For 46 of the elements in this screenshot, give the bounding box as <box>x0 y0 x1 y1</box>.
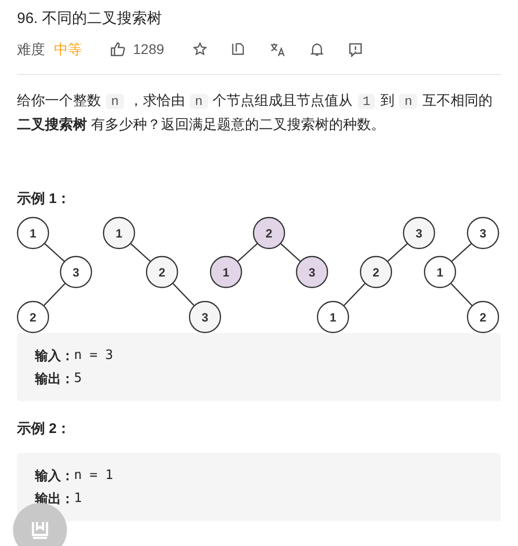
difficulty-label: 难度 <box>17 40 45 58</box>
tree-node: 3 <box>60 256 92 288</box>
problem-title: 96. 不同的二叉搜索树 <box>17 9 164 29</box>
io-label: 输出： <box>35 370 74 388</box>
io-value: n = 3 <box>74 347 114 365</box>
problem-description: 给你一个整数 n ，求恰由 n 个节点组成且节点值从 1 到 n 互不相同的二叉搜索树 有多少种？返回满足题意的二叉搜索树的种数。 <box>17 91 494 134</box>
tree-edge <box>237 243 258 262</box>
thumbs-up-icon <box>110 41 126 57</box>
translate-icon[interactable] <box>270 42 286 56</box>
tree-node: 3 <box>402 216 436 250</box>
tree-node: 2 <box>360 256 392 288</box>
tree-node: 1 <box>16 216 50 250</box>
tree-node: 3 <box>296 256 328 288</box>
share-icon[interactable] <box>231 42 246 56</box>
tree-edge <box>44 243 65 262</box>
tree-node: 3 <box>188 300 222 334</box>
tree-node: 1 <box>210 256 242 288</box>
tree-edge <box>344 283 366 306</box>
tree-edge <box>387 243 408 262</box>
io-value: 1 <box>74 490 82 508</box>
bell-icon[interactable] <box>310 42 324 56</box>
tree-edge <box>44 283 66 306</box>
io-value: n = 1 <box>74 467 114 485</box>
tree-node: 1 <box>424 256 456 288</box>
tree-edge <box>450 283 472 306</box>
io-value: 5 <box>74 370 82 388</box>
tree-node: 2 <box>16 300 50 334</box>
difficulty-value: 中等 <box>54 40 82 58</box>
tree-node: 3 <box>466 216 500 250</box>
tree-edge <box>451 243 472 262</box>
tree-node: 2 <box>466 300 500 334</box>
star-icon[interactable] <box>193 42 208 56</box>
like-button[interactable]: 1289 <box>110 38 164 60</box>
example-heading: 示例 2： <box>17 419 72 438</box>
report-icon[interactable] <box>348 42 364 56</box>
io-label: 输入： <box>35 347 74 365</box>
book-icon <box>31 521 49 539</box>
tree-edge <box>280 243 301 262</box>
tree-node: 1 <box>316 300 350 334</box>
tree-edge <box>130 243 151 262</box>
tree-node: 2 <box>252 216 286 250</box>
example-heading: 示例 1： <box>17 189 72 208</box>
tree-node: 2 <box>146 256 178 288</box>
io-label: 输入： <box>35 467 74 485</box>
tree-node: 1 <box>102 216 136 250</box>
tree-edge <box>172 283 194 306</box>
